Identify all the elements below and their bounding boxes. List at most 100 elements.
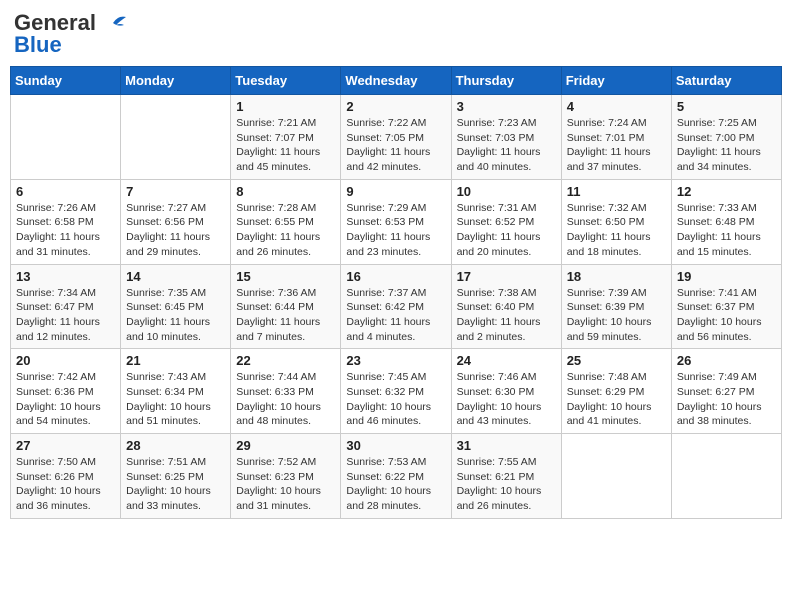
day-cell: 16 Sunrise: 7:37 AMSunset: 6:42 PMDaylig… [341, 264, 451, 349]
day-cell [671, 434, 781, 519]
day-cell: 3 Sunrise: 7:23 AMSunset: 7:03 PMDayligh… [451, 95, 561, 180]
week-row-4: 20 Sunrise: 7:42 AMSunset: 6:36 PMDaylig… [11, 349, 782, 434]
day-number: 12 [677, 184, 776, 199]
day-cell: 26 Sunrise: 7:49 AMSunset: 6:27 PMDaylig… [671, 349, 781, 434]
day-info: Sunrise: 7:49 AMSunset: 6:27 PMDaylight:… [677, 370, 776, 429]
day-number: 16 [346, 269, 445, 284]
day-cell: 10 Sunrise: 7:31 AMSunset: 6:52 PMDaylig… [451, 179, 561, 264]
day-number: 5 [677, 99, 776, 114]
logo-blue-text: Blue [14, 32, 62, 58]
day-cell: 7 Sunrise: 7:27 AMSunset: 6:56 PMDayligh… [121, 179, 231, 264]
day-cell: 31 Sunrise: 7:55 AMSunset: 6:21 PMDaylig… [451, 434, 561, 519]
day-cell: 24 Sunrise: 7:46 AMSunset: 6:30 PMDaylig… [451, 349, 561, 434]
day-number: 28 [126, 438, 225, 453]
week-row-5: 27 Sunrise: 7:50 AMSunset: 6:26 PMDaylig… [11, 434, 782, 519]
day-cell [561, 434, 671, 519]
day-cell: 4 Sunrise: 7:24 AMSunset: 7:01 PMDayligh… [561, 95, 671, 180]
day-number: 10 [457, 184, 556, 199]
day-info: Sunrise: 7:55 AMSunset: 6:21 PMDaylight:… [457, 455, 556, 514]
weekday-header-wednesday: Wednesday [341, 67, 451, 95]
day-info: Sunrise: 7:46 AMSunset: 6:30 PMDaylight:… [457, 370, 556, 429]
day-cell: 11 Sunrise: 7:32 AMSunset: 6:50 PMDaylig… [561, 179, 671, 264]
page-header: General Blue [10, 10, 782, 58]
day-number: 24 [457, 353, 556, 368]
day-number: 20 [16, 353, 115, 368]
day-cell: 12 Sunrise: 7:33 AMSunset: 6:48 PMDaylig… [671, 179, 781, 264]
week-row-2: 6 Sunrise: 7:26 AMSunset: 6:58 PMDayligh… [11, 179, 782, 264]
logo: General Blue [14, 10, 128, 58]
day-cell [121, 95, 231, 180]
day-cell: 17 Sunrise: 7:38 AMSunset: 6:40 PMDaylig… [451, 264, 561, 349]
day-info: Sunrise: 7:27 AMSunset: 6:56 PMDaylight:… [126, 201, 225, 260]
day-info: Sunrise: 7:29 AMSunset: 6:53 PMDaylight:… [346, 201, 445, 260]
weekday-header-sunday: Sunday [11, 67, 121, 95]
day-info: Sunrise: 7:31 AMSunset: 6:52 PMDaylight:… [457, 201, 556, 260]
day-info: Sunrise: 7:50 AMSunset: 6:26 PMDaylight:… [16, 455, 115, 514]
day-info: Sunrise: 7:24 AMSunset: 7:01 PMDaylight:… [567, 116, 666, 175]
day-cell: 30 Sunrise: 7:53 AMSunset: 6:22 PMDaylig… [341, 434, 451, 519]
day-cell: 21 Sunrise: 7:43 AMSunset: 6:34 PMDaylig… [121, 349, 231, 434]
day-cell: 9 Sunrise: 7:29 AMSunset: 6:53 PMDayligh… [341, 179, 451, 264]
day-info: Sunrise: 7:52 AMSunset: 6:23 PMDaylight:… [236, 455, 335, 514]
day-number: 13 [16, 269, 115, 284]
day-number: 2 [346, 99, 445, 114]
day-cell: 19 Sunrise: 7:41 AMSunset: 6:37 PMDaylig… [671, 264, 781, 349]
day-number: 29 [236, 438, 335, 453]
logo-bird-icon [98, 13, 128, 33]
week-row-1: 1 Sunrise: 7:21 AMSunset: 7:07 PMDayligh… [11, 95, 782, 180]
day-number: 15 [236, 269, 335, 284]
day-info: Sunrise: 7:43 AMSunset: 6:34 PMDaylight:… [126, 370, 225, 429]
day-info: Sunrise: 7:33 AMSunset: 6:48 PMDaylight:… [677, 201, 776, 260]
day-info: Sunrise: 7:53 AMSunset: 6:22 PMDaylight:… [346, 455, 445, 514]
day-info: Sunrise: 7:22 AMSunset: 7:05 PMDaylight:… [346, 116, 445, 175]
day-cell: 8 Sunrise: 7:28 AMSunset: 6:55 PMDayligh… [231, 179, 341, 264]
day-cell: 27 Sunrise: 7:50 AMSunset: 6:26 PMDaylig… [11, 434, 121, 519]
day-number: 31 [457, 438, 556, 453]
weekday-header-thursday: Thursday [451, 67, 561, 95]
day-number: 11 [567, 184, 666, 199]
day-number: 14 [126, 269, 225, 284]
weekday-header-row: SundayMondayTuesdayWednesdayThursdayFrid… [11, 67, 782, 95]
day-cell: 1 Sunrise: 7:21 AMSunset: 7:07 PMDayligh… [231, 95, 341, 180]
day-number: 19 [677, 269, 776, 284]
day-number: 4 [567, 99, 666, 114]
day-cell: 6 Sunrise: 7:26 AMSunset: 6:58 PMDayligh… [11, 179, 121, 264]
day-number: 6 [16, 184, 115, 199]
day-number: 27 [16, 438, 115, 453]
day-number: 7 [126, 184, 225, 199]
day-cell: 22 Sunrise: 7:44 AMSunset: 6:33 PMDaylig… [231, 349, 341, 434]
day-number: 30 [346, 438, 445, 453]
day-cell: 14 Sunrise: 7:35 AMSunset: 6:45 PMDaylig… [121, 264, 231, 349]
day-info: Sunrise: 7:44 AMSunset: 6:33 PMDaylight:… [236, 370, 335, 429]
day-cell: 23 Sunrise: 7:45 AMSunset: 6:32 PMDaylig… [341, 349, 451, 434]
day-info: Sunrise: 7:28 AMSunset: 6:55 PMDaylight:… [236, 201, 335, 260]
day-info: Sunrise: 7:34 AMSunset: 6:47 PMDaylight:… [16, 286, 115, 345]
day-cell: 5 Sunrise: 7:25 AMSunset: 7:00 PMDayligh… [671, 95, 781, 180]
day-number: 8 [236, 184, 335, 199]
day-info: Sunrise: 7:26 AMSunset: 6:58 PMDaylight:… [16, 201, 115, 260]
day-info: Sunrise: 7:35 AMSunset: 6:45 PMDaylight:… [126, 286, 225, 345]
day-number: 22 [236, 353, 335, 368]
day-cell: 18 Sunrise: 7:39 AMSunset: 6:39 PMDaylig… [561, 264, 671, 349]
day-cell: 28 Sunrise: 7:51 AMSunset: 6:25 PMDaylig… [121, 434, 231, 519]
day-cell: 29 Sunrise: 7:52 AMSunset: 6:23 PMDaylig… [231, 434, 341, 519]
day-info: Sunrise: 7:51 AMSunset: 6:25 PMDaylight:… [126, 455, 225, 514]
weekday-header-saturday: Saturday [671, 67, 781, 95]
day-info: Sunrise: 7:21 AMSunset: 7:07 PMDaylight:… [236, 116, 335, 175]
weekday-header-monday: Monday [121, 67, 231, 95]
day-number: 18 [567, 269, 666, 284]
day-info: Sunrise: 7:32 AMSunset: 6:50 PMDaylight:… [567, 201, 666, 260]
day-info: Sunrise: 7:41 AMSunset: 6:37 PMDaylight:… [677, 286, 776, 345]
day-info: Sunrise: 7:37 AMSunset: 6:42 PMDaylight:… [346, 286, 445, 345]
day-number: 25 [567, 353, 666, 368]
day-info: Sunrise: 7:48 AMSunset: 6:29 PMDaylight:… [567, 370, 666, 429]
day-number: 3 [457, 99, 556, 114]
day-info: Sunrise: 7:25 AMSunset: 7:00 PMDaylight:… [677, 116, 776, 175]
calendar-table: SundayMondayTuesdayWednesdayThursdayFrid… [10, 66, 782, 519]
day-cell: 25 Sunrise: 7:48 AMSunset: 6:29 PMDaylig… [561, 349, 671, 434]
day-cell [11, 95, 121, 180]
day-info: Sunrise: 7:23 AMSunset: 7:03 PMDaylight:… [457, 116, 556, 175]
day-cell: 2 Sunrise: 7:22 AMSunset: 7:05 PMDayligh… [341, 95, 451, 180]
day-cell: 20 Sunrise: 7:42 AMSunset: 6:36 PMDaylig… [11, 349, 121, 434]
day-cell: 13 Sunrise: 7:34 AMSunset: 6:47 PMDaylig… [11, 264, 121, 349]
